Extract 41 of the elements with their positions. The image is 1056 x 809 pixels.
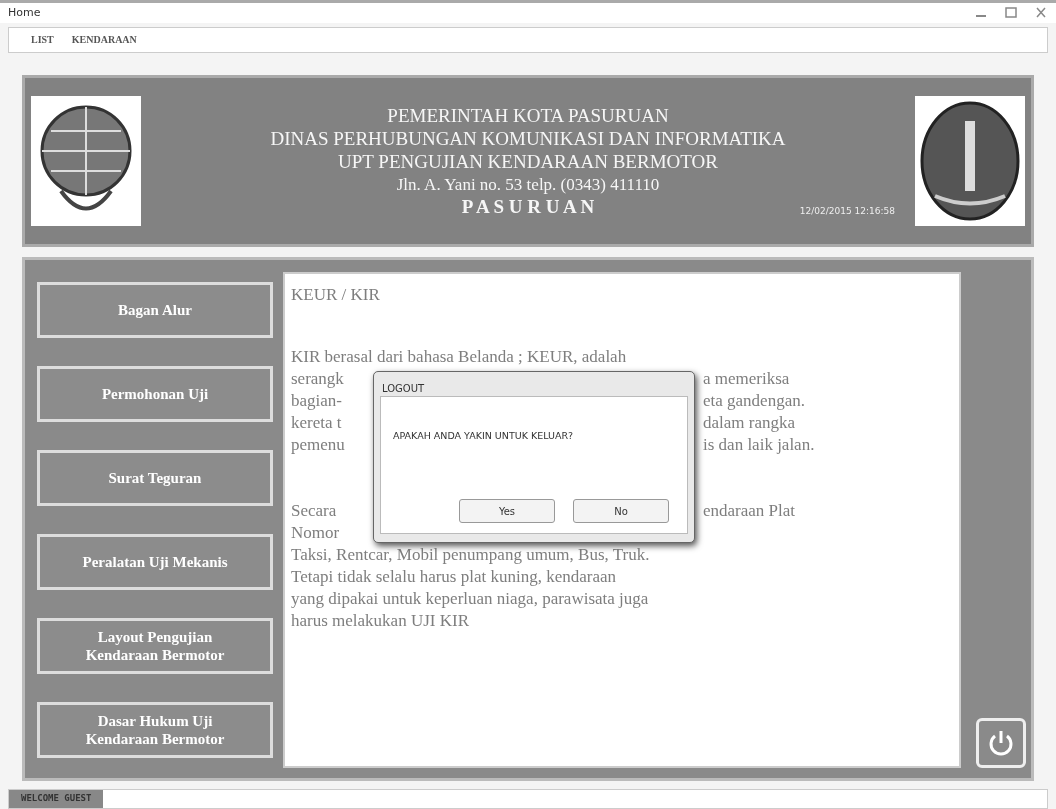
dialog-title: LOGOUT (381, 382, 426, 397)
body-text: endaraan Plat (703, 500, 796, 523)
body-text: pemenu (291, 434, 345, 457)
body-text: Taksi, Rentcar, Mobil penumpang umum, Bus, Truk. (291, 544, 650, 567)
body-text: kereta t (291, 412, 342, 435)
body-text: Nomor (291, 522, 340, 545)
dialog-button[interactable]: No (573, 499, 669, 524)
sidebar-button[interactable]: Surat Teguran (37, 450, 273, 507)
status-text: WELCOME GUEST (9, 790, 104, 808)
body-text: is dan laik jalan. (703, 434, 815, 457)
dialog-message: APAKAH ANDA YAKIN UNTUK KELUAR? (393, 429, 575, 444)
city-name: P A S U R U A N (461, 195, 595, 218)
close-icon[interactable] (1034, 6, 1048, 19)
menu-item[interactable]: LIST (31, 34, 54, 46)
menu-item[interactable]: KENDARAAN (71, 34, 137, 46)
header-text: PEMERINTAH KOTA PASURUAN (387, 103, 669, 127)
dialog-button[interactable]: Yes (459, 499, 555, 524)
content-title: KEUR / KIR (291, 284, 380, 307)
body-text: KIR berasal dari bahasa Belanda ; KEUR, adalah (291, 346, 627, 369)
body-text: serangk (291, 368, 344, 391)
maximize-icon[interactable] (1004, 6, 1018, 19)
sidebar-button[interactable]: Peralatan Uji Mekanis (37, 534, 273, 591)
window-title: Home (8, 6, 41, 20)
body-text: eta gandengan. (703, 390, 805, 413)
sidebar-button[interactable]: Bagan Alur (37, 282, 273, 339)
sidebar-button[interactable]: Layout Pengujian Kendaraan Bermotor (37, 618, 273, 675)
sidebar-button[interactable]: Dasar Hukum Uji Kendaraan Bermotor (37, 702, 273, 759)
body-text: harus melakukan UJI KIR (291, 610, 469, 633)
body-text: dalam rangka (703, 412, 796, 435)
body-text: yang dipakai untuk keperluan niaga, parawisata juga (291, 588, 649, 611)
power-icon (988, 729, 1014, 758)
logout-button[interactable] (976, 718, 1026, 769)
body-text: bagian- (291, 390, 342, 413)
body-text: Tetapi tidak selalu harus plat kuning, kendaraan (291, 566, 616, 589)
datetime-text: 12/02/2015 12:16:58 (799, 205, 895, 216)
body-text: Secara (291, 500, 337, 523)
header-text: UPT PENGUJIAN KENDARAAN BERMOTOR (338, 149, 718, 173)
body-text: a memeriksa (703, 368, 790, 391)
header-text: Jln. A. Yani no. 53 telp. (0343) 411110 (396, 173, 660, 196)
header-text: DINAS PERHUBUNGAN KOMUNIKASI DAN INFORMATIKA (270, 126, 786, 150)
sidebar-button[interactable]: Permohonan Uji (37, 366, 273, 423)
